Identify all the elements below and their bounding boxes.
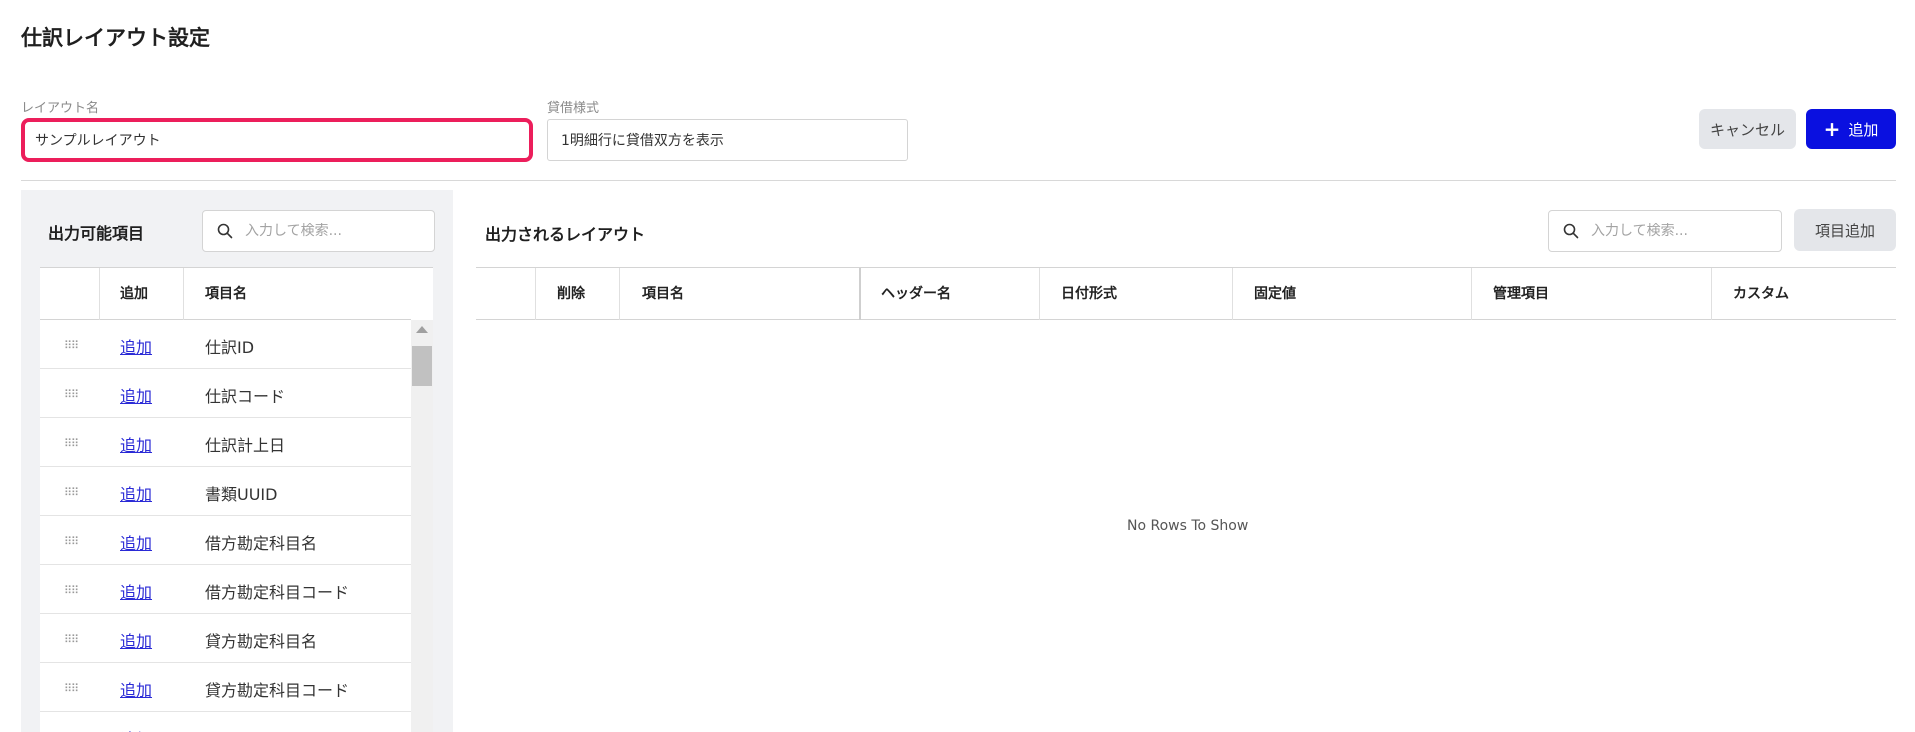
add-button[interactable]: + 追加: [1806, 109, 1896, 149]
drag-handle-icon[interactable]: ⠿⠿: [64, 388, 79, 401]
drag-handle-icon[interactable]: ⠿⠿: [64, 535, 79, 548]
column-header-item-name[interactable]: 項目名: [205, 268, 247, 320]
debit-credit-format-field[interactable]: [547, 119, 908, 161]
column-header-header-name[interactable]: ヘッダー名: [881, 268, 951, 320]
add-item-button[interactable]: 項目追加: [1794, 209, 1896, 251]
column-header-fixed-value[interactable]: 固定値: [1254, 268, 1296, 320]
output-layout-search-input[interactable]: [1591, 223, 1761, 239]
scrollbar-thumb[interactable]: [412, 346, 432, 386]
add-item-link[interactable]: 追加: [120, 579, 152, 603]
item-name: 貸方勘定科目コード: [205, 681, 350, 700]
drag-handle-icon[interactable]: ⠿⠿: [64, 584, 79, 597]
add-item-link[interactable]: 追加: [120, 530, 152, 554]
list-item: ⠿⠿ 追加: [40, 712, 411, 732]
add-item-link[interactable]: 追加: [120, 334, 152, 358]
cancel-button[interactable]: キャンセル: [1699, 109, 1796, 149]
item-name: 借方勘定科目コード: [205, 583, 350, 602]
drag-handle-icon[interactable]: ⠿⠿: [64, 682, 79, 695]
add-item-link[interactable]: 追加: [120, 726, 152, 732]
list-item: ⠿⠿ 追加 仕訳コード: [40, 369, 411, 418]
column-divider: [1711, 268, 1712, 320]
debit-credit-format-label: 貸借様式: [547, 101, 600, 116]
search-icon: [217, 223, 233, 239]
output-layout-grid-header: 削除 項目名 ヘッダー名 日付形式 固定値 管理項目 カスタム: [476, 268, 1896, 320]
column-divider: [619, 268, 620, 320]
page-title: 仕訳レイアウト設定: [21, 26, 210, 50]
cancel-button-label: キャンセル: [1709, 120, 1785, 139]
item-name: 仕訳コード: [205, 387, 286, 406]
drag-handle-icon[interactable]: ⠿⠿: [64, 437, 79, 450]
item-name: 貸方勘定科目名: [205, 632, 318, 651]
available-items-panel: 出力可能項目 追加 項目名 ⠿⠿ 追加 仕訳ID ⠿⠿ 追加 仕訳コード ⠿⠿ …: [21, 190, 453, 732]
add-button-label: 追加: [1848, 120, 1879, 139]
drag-handle-icon[interactable]: ⠿⠿: [64, 633, 79, 646]
list-item: ⠿⠿ 追加 借方勘定科目名: [40, 516, 411, 565]
list-item: ⠿⠿ 追加 貸方勘定科目名: [40, 614, 411, 663]
available-items-grid: 追加 項目名 ⠿⠿ 追加 仕訳ID ⠿⠿ 追加 仕訳コード ⠿⠿ 追加 仕訳計上…: [40, 267, 433, 732]
search-icon: [1563, 223, 1579, 239]
add-item-link[interactable]: 追加: [120, 432, 152, 456]
list-item: ⠿⠿ 追加 借方勘定科目コード: [40, 565, 411, 614]
column-header-managed-item[interactable]: 管理項目: [1493, 268, 1549, 320]
item-name: 仕訳ID: [205, 338, 255, 357]
column-header-date-format[interactable]: 日付形式: [1061, 268, 1117, 320]
pinned-column-divider: [859, 268, 861, 320]
add-item-link[interactable]: 追加: [120, 481, 152, 505]
header-divider: [21, 180, 1896, 181]
add-item-link[interactable]: 追加: [120, 383, 152, 407]
item-name: 書類UUID: [205, 485, 278, 504]
add-item-link[interactable]: 追加: [120, 677, 152, 701]
vertical-scrollbar[interactable]: [411, 320, 433, 732]
list-item: ⠿⠿ 追加 仕訳計上日: [40, 418, 411, 467]
item-name: 借方勘定科目名: [205, 534, 318, 553]
scroll-up-arrow-icon[interactable]: [416, 326, 428, 333]
column-divider: [1039, 268, 1040, 320]
column-divider: [1232, 268, 1233, 320]
column-header-item-name[interactable]: 項目名: [642, 268, 684, 320]
item-name: 仕訳計上日: [205, 436, 286, 455]
output-layout-title: 出力されるレイアウト: [485, 225, 646, 244]
list-item: ⠿⠿ 追加 書類UUID: [40, 467, 411, 516]
available-items-search[interactable]: [202, 210, 435, 252]
column-divider: [535, 268, 536, 320]
add-item-link[interactable]: 追加: [120, 628, 152, 652]
add-item-button-label: 項目追加: [1814, 221, 1875, 240]
available-items-grid-header: 追加 項目名: [40, 268, 411, 320]
drag-handle-icon[interactable]: ⠿⠿: [64, 486, 79, 499]
plus-icon: +: [1823, 117, 1841, 141]
available-items-title: 出力可能項目: [48, 224, 145, 243]
layout-name-input[interactable]: [21, 118, 533, 162]
list-item: ⠿⠿ 追加 仕訳ID: [40, 320, 411, 369]
empty-grid-message: No Rows To Show: [1127, 518, 1249, 534]
column-divider: [1471, 268, 1472, 320]
layout-name-label: レイアウト名: [21, 101, 100, 116]
output-layout-search[interactable]: [1548, 210, 1782, 252]
drag-handle-icon[interactable]: ⠿⠿: [64, 339, 79, 352]
column-header-add[interactable]: 追加: [120, 268, 148, 320]
column-header-delete[interactable]: 削除: [557, 268, 585, 320]
list-item: ⠿⠿ 追加 貸方勘定科目コード: [40, 663, 411, 712]
output-layout-grid: 削除 項目名 ヘッダー名 日付形式 固定値 管理項目 カスタム: [476, 267, 1896, 732]
available-items-search-input[interactable]: [245, 223, 415, 239]
column-header-custom[interactable]: カスタム: [1733, 268, 1789, 320]
